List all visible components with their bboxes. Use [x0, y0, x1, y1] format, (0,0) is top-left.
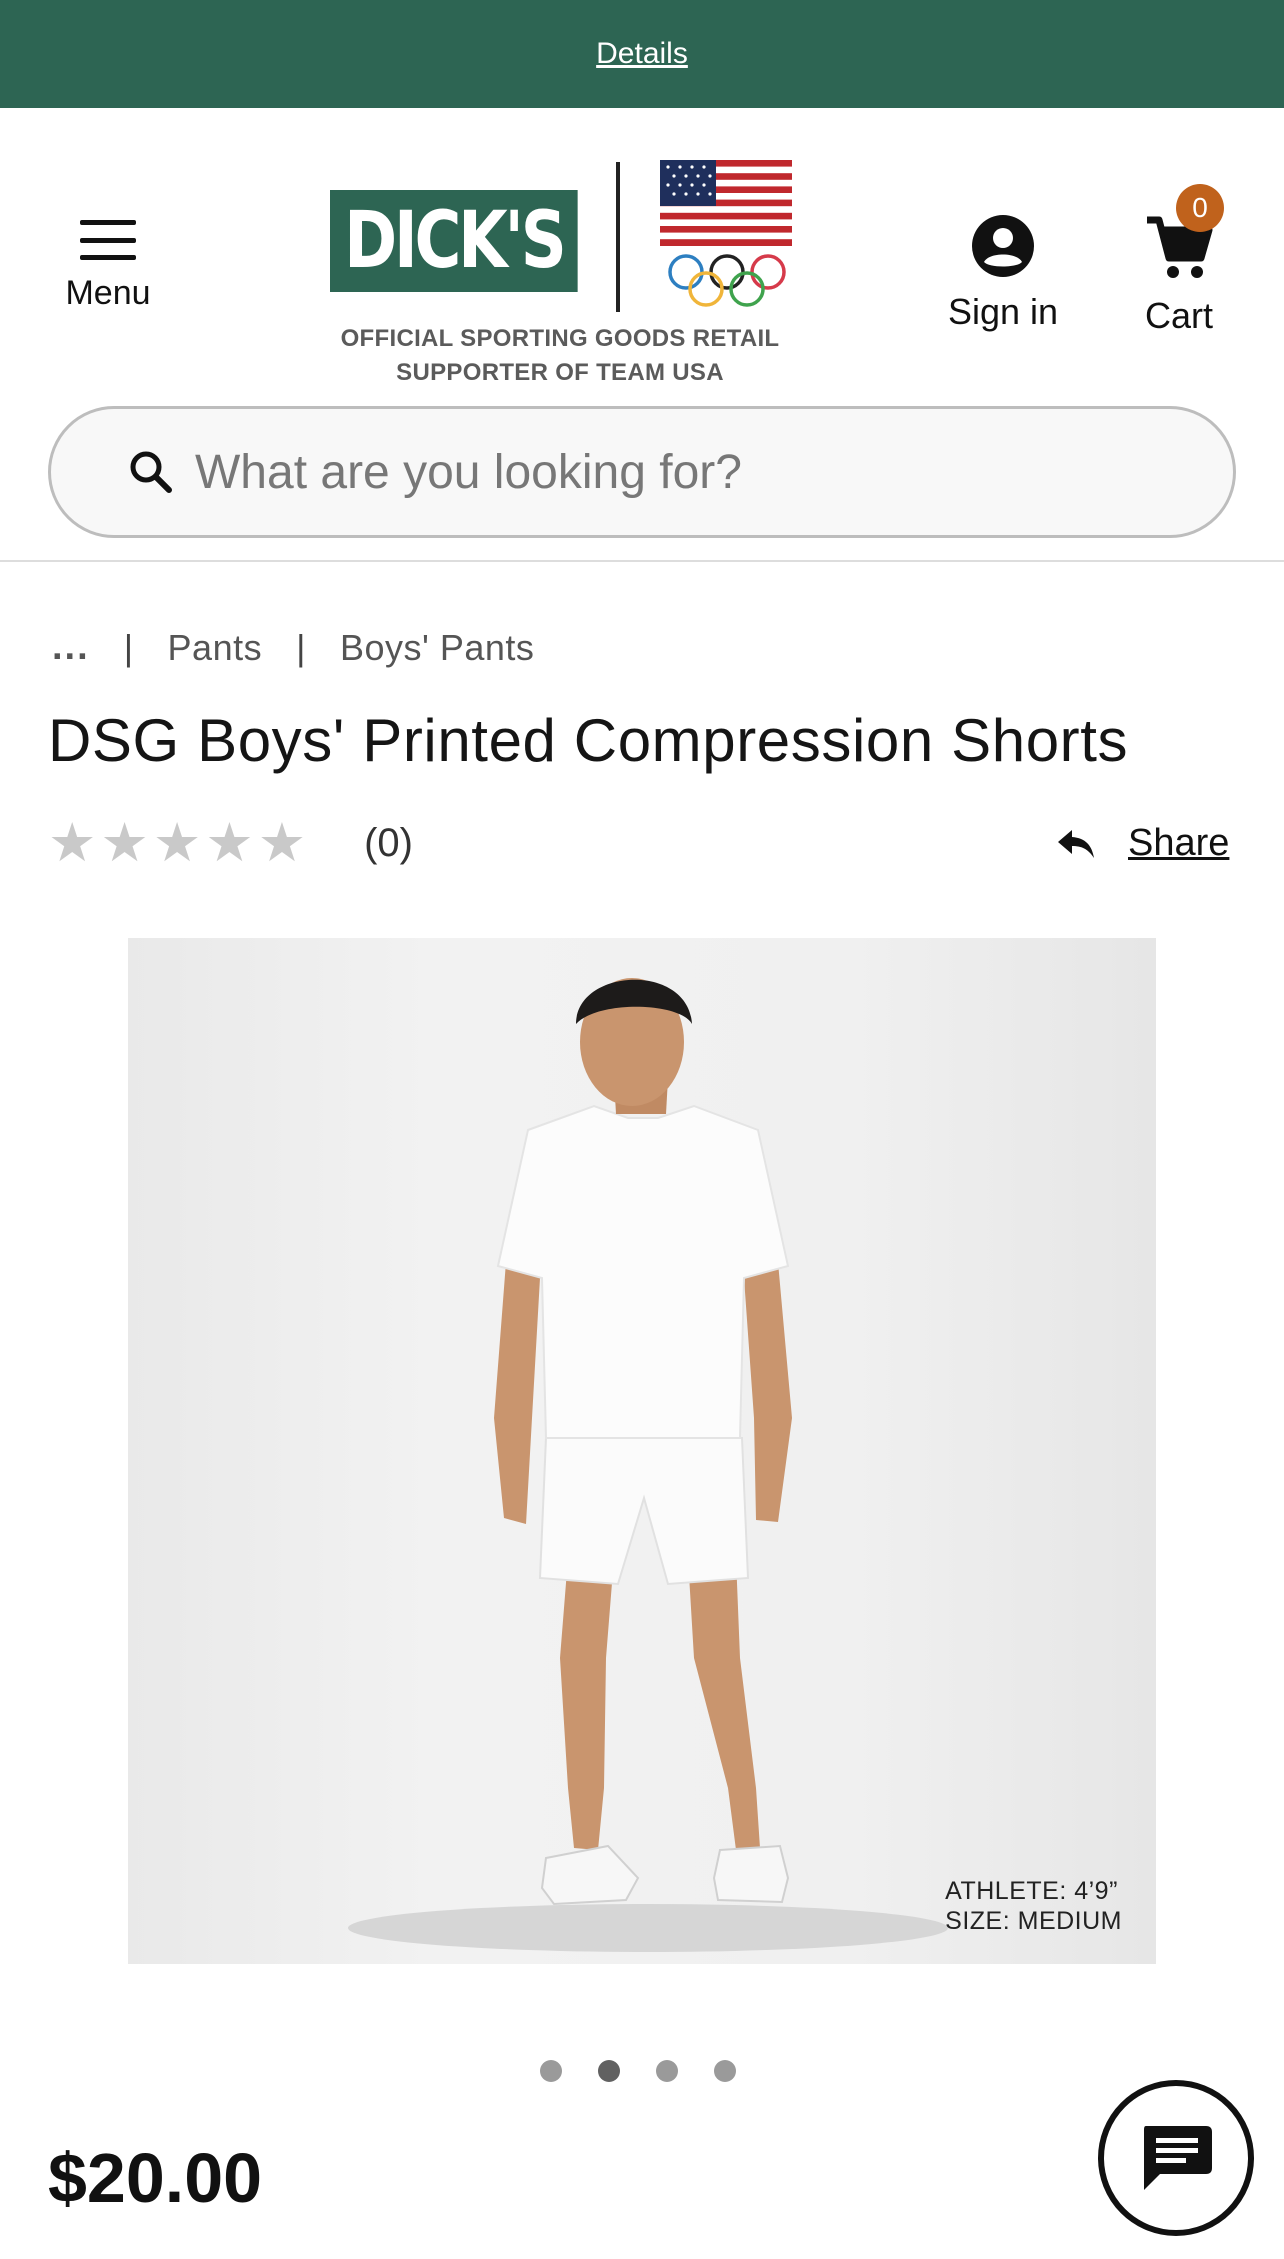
star-icon: ★: [205, 813, 254, 873]
breadcrumb-item-boys-pants[interactable]: Boys' Pants: [340, 627, 534, 669]
carousel-dot[interactable]: [540, 2060, 562, 2082]
promo-bar: Details: [0, 0, 1284, 108]
share-label: Share: [1128, 822, 1230, 864]
breadcrumb-ellipsis[interactable]: ...: [52, 626, 90, 669]
promo-details-link[interactable]: Details: [596, 37, 688, 71]
carousel-dot[interactable]: [714, 2060, 736, 2082]
account-circle-icon: [972, 215, 1034, 277]
signin-button[interactable]: Sign in: [938, 214, 1068, 333]
star-icon: ★: [48, 813, 97, 873]
product-rating[interactable]: ★ ★ ★ ★ ★ (0): [48, 816, 413, 870]
breadcrumb-separator: |: [296, 626, 306, 668]
share-button[interactable]: Share: [1056, 822, 1229, 865]
star-icon: ★: [100, 813, 149, 873]
search-icon: [130, 451, 172, 493]
rating-count: (0): [364, 820, 413, 865]
star-icon: ★: [152, 813, 202, 873]
chat-bubble-icon: [1144, 2126, 1212, 2190]
logo-divider: [616, 162, 620, 312]
cart-count-badge: 0: [1176, 184, 1224, 232]
breadcrumb: ... | Pants | Boys' Pants: [52, 626, 534, 669]
breadcrumb-item-pants[interactable]: Pants: [168, 627, 263, 669]
cart-button[interactable]: 0 Cart: [1124, 184, 1234, 337]
chat-button[interactable]: [1098, 2080, 1254, 2236]
search-bar[interactable]: [48, 406, 1236, 538]
breadcrumb-separator: |: [123, 626, 134, 668]
rating-stars: ★ ★ ★ ★ ★: [48, 816, 306, 870]
hamburger-icon: [80, 220, 136, 260]
signin-label: Sign in: [947, 291, 1059, 332]
cart-label: Cart: [1144, 295, 1213, 336]
star-icon: ★: [257, 813, 307, 873]
image-caption: ATHLETE: 4’9” SIZE: MEDIUM: [945, 1877, 1122, 1935]
logo-link[interactable]: DICK'S: [330, 134, 800, 312]
carousel-dot[interactable]: [656, 2060, 678, 2082]
olympic-rings-icon: [668, 254, 786, 307]
site-header: Menu DICK'S OFFICIAL SPORTING GOODS RETA…: [0, 108, 1284, 562]
product-price: $20.00: [48, 2139, 263, 2217]
menu-button[interactable]: Menu: [48, 220, 168, 313]
us-flag-icon: [660, 160, 792, 246]
product-title: DSG Boys' Printed Compression Shorts: [48, 707, 1129, 774]
product-image[interactable]: ATHLETE: 4’9” SIZE: MEDIUM: [128, 938, 1156, 1964]
image-carousel-dots: [540, 2060, 736, 2082]
dicks-logo: DICK'S: [330, 190, 578, 292]
share-arrow-icon: [1058, 829, 1094, 858]
search-input[interactable]: [195, 444, 1095, 500]
team-usa-tagline: OFFICIAL SPORTING GOODS RETAIL SUPPORTER…: [340, 325, 780, 386]
carousel-dot-active[interactable]: [598, 2060, 620, 2082]
menu-label: Menu: [65, 274, 151, 312]
athlete-photo: [348, 978, 948, 1952]
